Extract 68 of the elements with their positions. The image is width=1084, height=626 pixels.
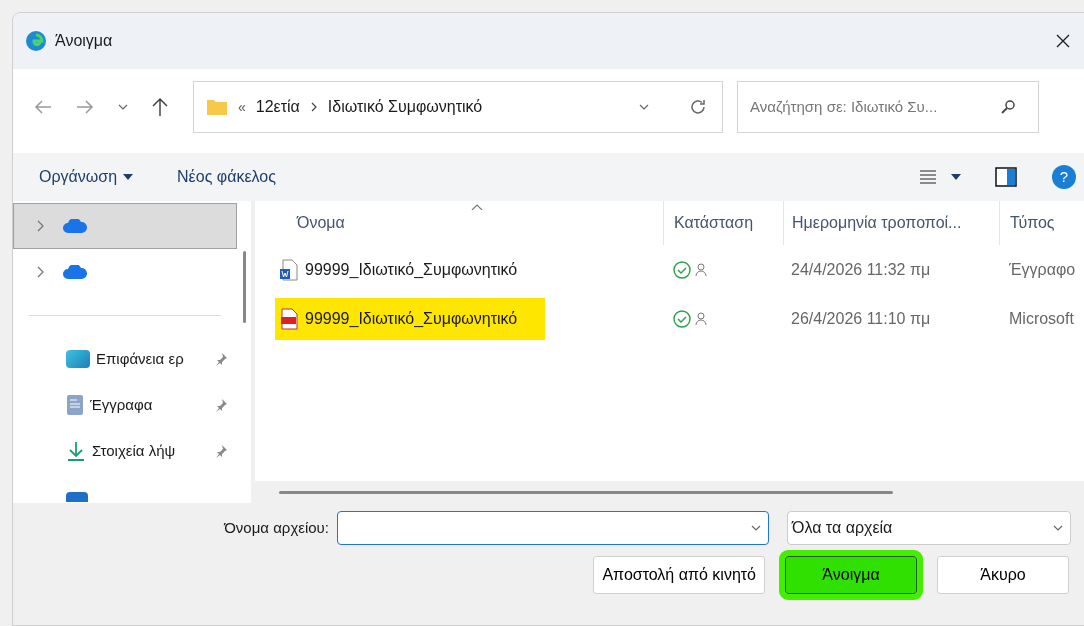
column-header[interactable]: Τύπος <box>999 201 1084 245</box>
back-arrow-icon[interactable] <box>33 99 53 115</box>
breadcrumb[interactable]: 12ετία <box>255 95 300 119</box>
up-arrow-icon[interactable] <box>151 97 169 117</box>
expand-chevron-icon <box>36 220 44 232</box>
sidebar-item[interactable]: Επιφάνεια ερ <box>13 336 237 382</box>
expand-chevron-icon <box>36 266 44 278</box>
person-icon <box>695 262 707 277</box>
file-row[interactable]: 99999_Ιδιωτικό_Συμφωνητικό 24/4/2026 11:32 πμ Έγγραφο <box>255 245 1084 294</box>
date-cell-text: 26/4/2026 11:10 πμ <box>790 308 932 329</box>
horizontal-scrollbar-thumb[interactable] <box>279 490 893 494</box>
synced-check-icon <box>673 309 691 328</box>
dialog-button[interactable]: Αποστολή από κινητό <box>593 556 765 594</box>
breadcrumb-chevron-icon <box>309 102 318 112</box>
sidebar-label: Στοιχεία λήψ <box>92 440 176 461</box>
search-field[interactable]: Αναζήτηση σε: Ιδιωτικό Συ... <box>737 81 1039 133</box>
sidebar-item[interactable]: Έγγραφα <box>13 382 237 428</box>
file-type-dropdown[interactable]: Όλα τα αρχεία <box>787 511 1071 545</box>
person-icon <box>695 311 707 326</box>
word-file-icon <box>280 258 298 281</box>
breadcrumb[interactable]: « <box>238 96 246 118</box>
preview-pane-icon[interactable] <box>995 167 1017 187</box>
download-icon <box>66 440 86 462</box>
dialog-button[interactable]: Άκυρο <box>937 556 1069 594</box>
desktop-icon <box>66 350 90 368</box>
cloud-icon <box>62 265 88 279</box>
close-icon <box>1055 33 1071 49</box>
date-cell-text: 24/4/2026 11:32 πμ <box>790 259 932 280</box>
window-title: Άνοιγμα <box>55 31 113 51</box>
type-cell-text: Έγγραφο <box>1008 259 1077 280</box>
pin-icon <box>214 352 228 366</box>
folder-icon <box>206 98 228 116</box>
address-bar[interactable]: « 12ετία Ιδιωτικό Συμφωνητικό <box>193 81 723 133</box>
dropdown-triangle-icon[interactable] <box>951 174 961 180</box>
forward-arrow-icon[interactable] <box>75 99 95 115</box>
document-icon <box>66 394 84 416</box>
sidebar-label: Έγγραφα <box>90 394 153 415</box>
sidebar-label: Επιφάνεια ερ <box>96 348 184 369</box>
toolbar-button[interactable]: Νέος φάκελος <box>177 165 276 189</box>
column-header[interactable]: Όνομα <box>255 201 663 245</box>
toolbar-button[interactable]: Οργάνωση <box>39 165 134 189</box>
pin-icon <box>214 444 228 458</box>
sort-ascending-icon <box>471 204 483 210</box>
view-list-icon[interactable] <box>919 169 937 185</box>
refresh-icon[interactable] <box>688 97 708 117</box>
search-placeholder: Αναζήτηση σε: Ιδιωτικό Συ... <box>750 96 939 117</box>
search-icon <box>1000 99 1016 115</box>
sidebar-item[interactable] <box>13 203 237 249</box>
type-cell-text: Microsoft <box>1008 308 1075 329</box>
browser-logo-icon <box>25 30 47 52</box>
filename-field[interactable] <box>337 511 769 545</box>
scrollbar-thumb[interactable] <box>242 251 246 323</box>
dropdown-triangle-icon <box>123 174 134 180</box>
column-header[interactable]: Ημερομηνία τροποποί... <box>783 201 999 245</box>
file-name: 99999_Ιδιωτικό_Συμφωνητικό <box>305 259 519 280</box>
sidebar-item[interactable]: Στοιχεία λήψ <box>13 428 237 474</box>
column-header[interactable]: Κατάσταση <box>663 201 783 245</box>
file-name: 99999_Ιδιωτικό_Συμφωνητικό <box>305 297 546 340</box>
file-type-value: Όλα τα αρχεία <box>792 518 894 538</box>
file-row[interactable]: 99999_Ιδιωτικό_Συμφωνητικό 26/4/2026 11:10 πμ Microsoft <box>255 294 1084 343</box>
pin-icon <box>214 398 228 412</box>
help-icon[interactable]: ? <box>1051 164 1077 190</box>
pdf-file-icon <box>280 307 298 330</box>
synced-check-icon <box>673 260 691 279</box>
breadcrumb[interactable]: Ιδιωτικό Συμφωνητικό <box>327 95 483 119</box>
cloud-icon <box>62 219 88 233</box>
picture-icon <box>66 492 88 502</box>
filename-label: Όνομα αρχείου: <box>224 517 329 538</box>
